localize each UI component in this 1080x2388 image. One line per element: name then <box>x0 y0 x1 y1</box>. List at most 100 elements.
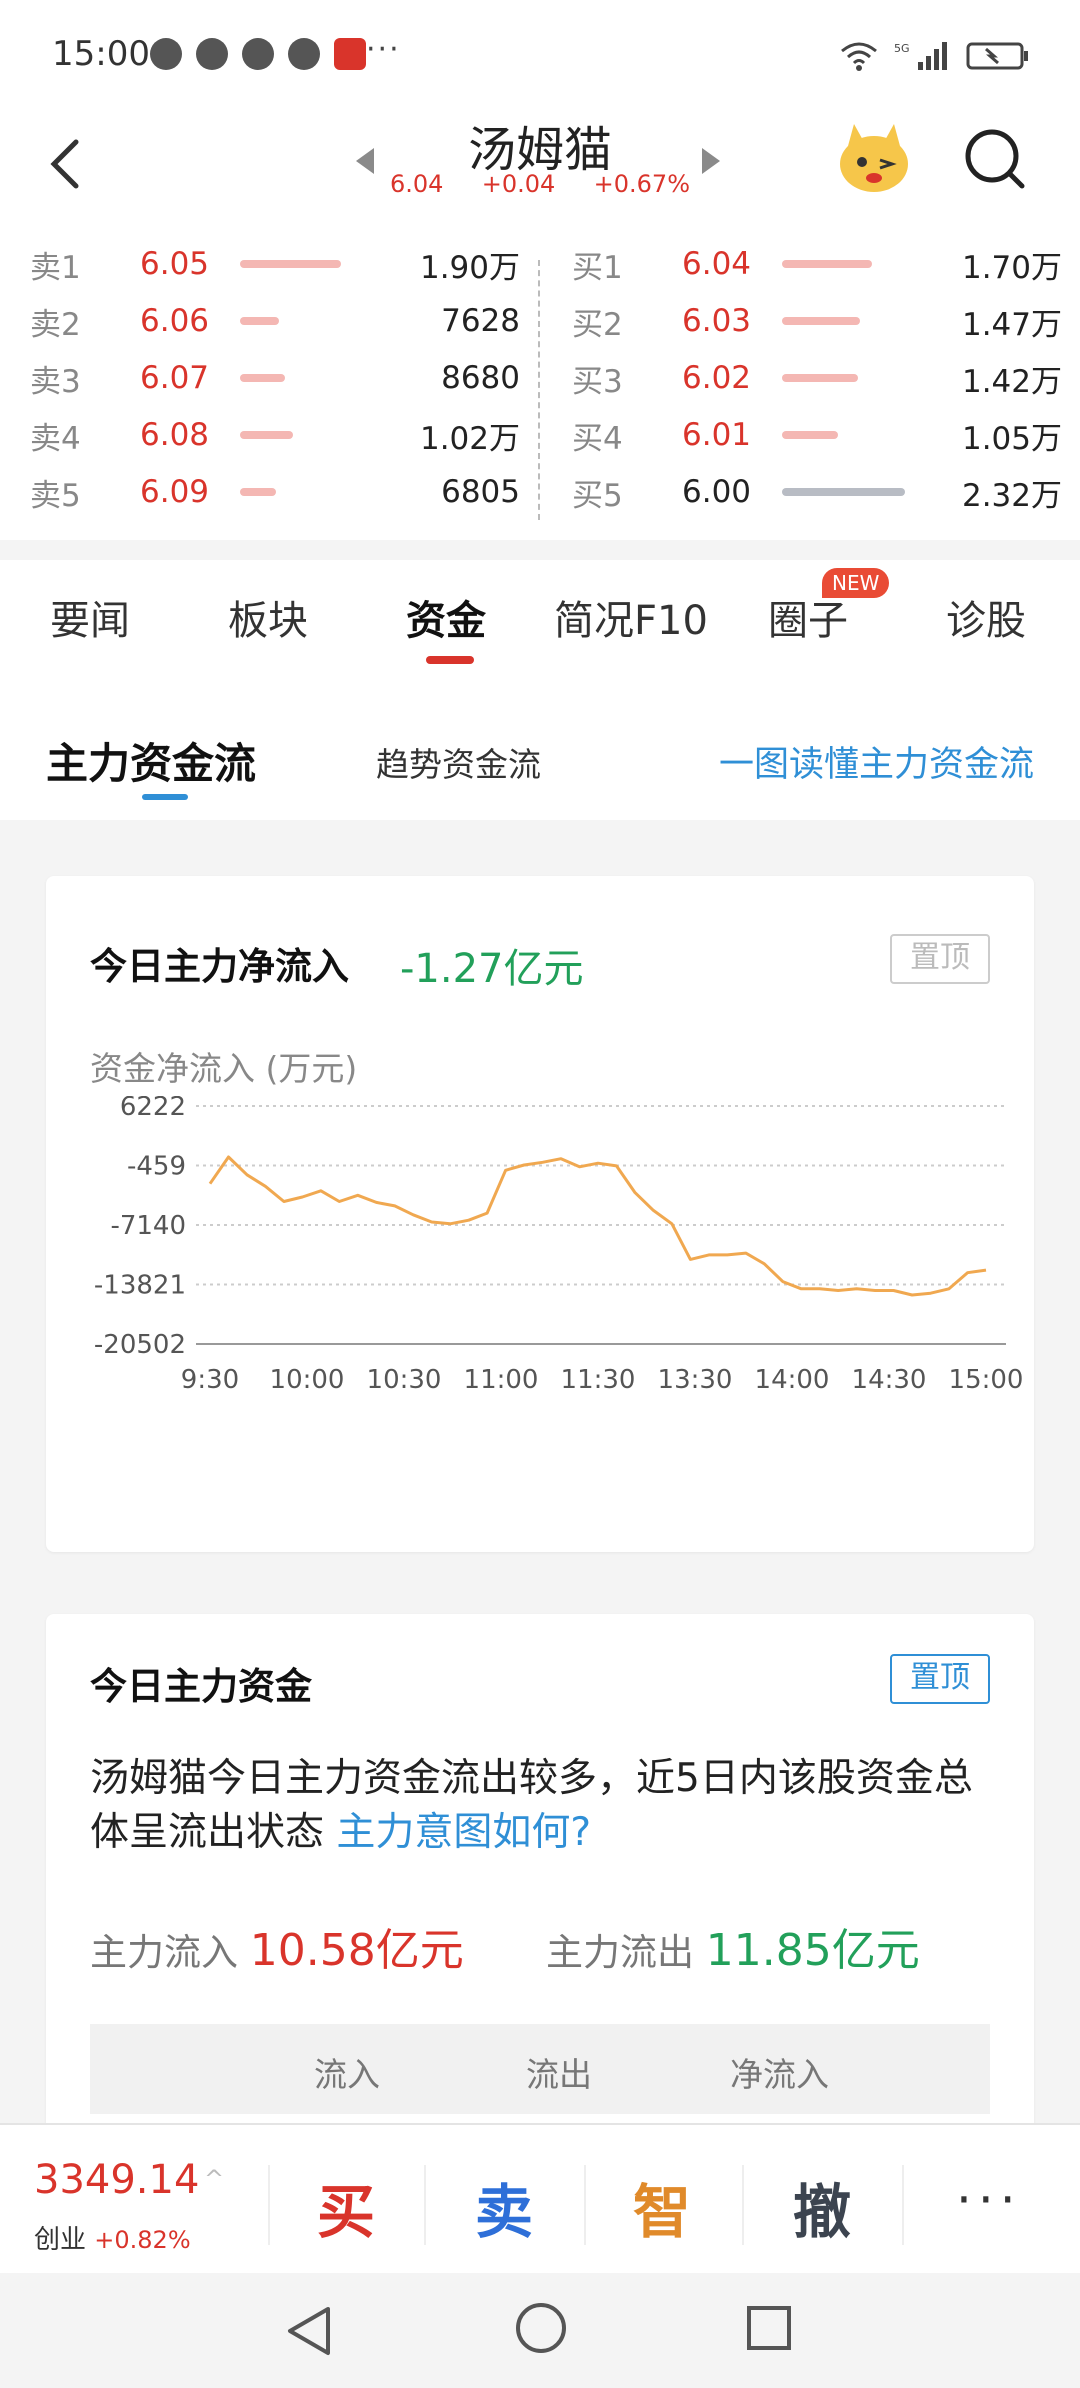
prev-stock-icon[interactable] <box>352 146 376 176</box>
signal-5g-icon: 5G <box>894 42 947 70</box>
wechat-icon <box>196 38 228 70</box>
svg-text:5G: 5G <box>894 42 910 55</box>
tab-funds[interactable]: 资金 <box>406 588 486 646</box>
outflow-value: 11.85亿元 <box>705 1925 920 1976</box>
net-flow-chart[interactable]: 6222 -459 -7140 -13821 -20502 <box>46 1096 1034 1356</box>
order-level-label: 买4 <box>572 420 623 457</box>
order-volume: 1.90万 <box>419 249 520 286</box>
x-tick-label: 14:30 <box>852 1365 927 1395</box>
flow-explainer-link[interactable]: 一图读懂主力资金流 <box>719 736 1034 787</box>
order-volume: 1.05万 <box>961 420 1062 457</box>
order-volume-bar <box>240 431 380 439</box>
next-stock-icon[interactable] <box>700 146 724 176</box>
buy-row-2[interactable]: 买2 6.03 1.47万 <box>572 293 1062 349</box>
chart-x-axis: 9:30 10:00 10:30 11:00 11:30 13:30 14:00 14:30 1… <box>181 1365 1024 1395</box>
sell-button[interactable]: 卖 <box>444 2165 564 2249</box>
order-volume-bar <box>782 431 922 439</box>
subtab-main-flow[interactable]: 主力资金流 <box>46 730 256 791</box>
pin-button[interactable]: 置顶 <box>890 934 990 984</box>
order-price: 6.03 <box>682 303 752 339</box>
order-level-label: 卖2 <box>30 306 81 343</box>
nav-home-icon[interactable] <box>514 2301 568 2355</box>
order-volume: 1.47万 <box>961 306 1062 343</box>
chart-y-label: 资金净流入 (万元) <box>90 1049 358 1088</box>
subtab-trend-flow[interactable]: 趋势资金流 <box>376 738 541 786</box>
order-level-label: 卖4 <box>30 420 81 457</box>
buy-row-3[interactable]: 买3 6.02 1.42万 <box>572 350 1062 406</box>
tab-f10[interactable]: 简况F10 <box>554 588 708 646</box>
sell-row-2[interactable]: 卖2 6.06 7628 <box>30 293 520 349</box>
order-price: 6.09 <box>140 474 210 510</box>
order-price: 6.08 <box>140 417 210 453</box>
order-volume-bar <box>782 374 922 382</box>
buy-row-1[interactable]: 买1 6.04 1.70万 <box>572 236 1062 292</box>
tab-diagnosis[interactable]: 诊股 <box>946 588 1026 646</box>
buy-row-4[interactable]: 买4 6.01 1.05万 <box>572 407 1062 463</box>
order-volume-bar <box>782 260 922 268</box>
order-volume: 1.42万 <box>961 363 1062 400</box>
order-volume-bar-fill <box>782 374 858 382</box>
status-right: 5G <box>840 40 1030 72</box>
order-book-divider <box>538 260 540 520</box>
order-volume: 6805 <box>441 474 520 510</box>
order-volume-bar-fill <box>240 317 279 325</box>
screen: 15:00 ··· 5G 汤姆猫 6.04 +0.04 +0.67% 卖1 6.… <box>0 0 1080 2388</box>
net-flow-card: 今日主力净流入 -1.27亿元 置顶 资金净流入 (万元) 6222 -459 -7… <box>46 876 1034 1552</box>
baidu-icon <box>242 38 274 70</box>
header-inflow: 流入 <box>314 2055 380 2094</box>
y-tick-label: -20502 <box>94 1330 186 1356</box>
header-outflow: 流出 <box>526 2055 592 2094</box>
tab-sector[interactable]: 板块 <box>228 588 308 646</box>
index-name-label: 创业 <box>34 2225 87 2255</box>
separator <box>902 2165 904 2245</box>
sell-row-4[interactable]: 卖4 6.08 1.02万 <box>30 407 520 463</box>
order-volume-bar <box>240 374 380 382</box>
funds-table-header: 流入 流出 净流入 <box>90 2024 990 2114</box>
index-caret-icon[interactable]: ^ <box>204 2165 224 2193</box>
order-volume-bar <box>240 260 380 268</box>
order-volume-bar-fill <box>782 431 838 439</box>
order-level-label: 买1 <box>572 249 623 286</box>
app-notification-icon <box>150 38 182 70</box>
order-volume: 8680 <box>441 360 520 396</box>
search-icon[interactable] <box>960 124 1030 194</box>
inflow-row: 主力流入 10.58亿元 <box>90 1914 464 1978</box>
index-change: +0.82% <box>94 2226 191 2254</box>
order-price: 6.04 <box>682 246 752 282</box>
order-volume: 2.32万 <box>961 477 1062 514</box>
sell-row-1[interactable]: 卖1 6.05 1.90万 <box>30 236 520 292</box>
sell-row-5[interactable]: 卖5 6.09 6805 <box>30 464 520 520</box>
order-volume-bar-fill <box>782 260 872 268</box>
back-arrow-icon[interactable] <box>42 128 86 198</box>
outflow-row: 主力流出 11.85亿元 <box>546 1914 920 1978</box>
outflow-label: 主力流出 <box>546 1931 694 1974</box>
buy-row-5[interactable]: 买5 6.00 2.32万 <box>572 464 1062 520</box>
hand-icon <box>288 38 320 70</box>
stock-price: 6.04 <box>390 170 444 198</box>
order-level-label: 卖1 <box>30 249 81 286</box>
order-level-label: 卖5 <box>30 477 81 514</box>
nav-recent-icon[interactable] <box>746 2305 792 2351</box>
system-nav-bar <box>0 2273 1080 2388</box>
mascot-icon[interactable] <box>834 120 914 196</box>
y-tick-label: -459 <box>127 1152 186 1182</box>
smart-button[interactable]: 智 <box>602 2165 722 2249</box>
intent-link[interactable]: 主力意图如何? <box>336 1810 591 1855</box>
index-name: 创业 +0.82% <box>34 2219 191 2256</box>
nav-back-icon[interactable] <box>284 2303 334 2359</box>
battery-icon <box>966 42 1028 70</box>
status-bar: 15:00 ··· 5G <box>0 0 1080 110</box>
order-price: 6.06 <box>140 303 210 339</box>
x-tick-label: 9:30 <box>181 1365 239 1395</box>
more-icon[interactable]: ··· <box>956 2171 1022 2229</box>
buy-button[interactable]: 买 <box>286 2165 406 2249</box>
index-value[interactable]: 3349.14 <box>34 2157 199 2203</box>
trade-bar: 3349.14 ^ 创业 +0.82% 买 卖 智 撤 ··· <box>0 2123 1080 2275</box>
pin-button-main[interactable]: 置顶 <box>890 1654 990 1704</box>
sell-row-3[interactable]: 卖3 6.07 8680 <box>30 350 520 406</box>
order-price: 6.05 <box>140 246 210 282</box>
status-time: 15:00 <box>52 34 150 74</box>
cancel-order-button[interactable]: 撤 <box>762 2165 882 2249</box>
tab-news[interactable]: 要闻 <box>50 588 130 646</box>
order-level-label: 买5 <box>572 477 623 514</box>
